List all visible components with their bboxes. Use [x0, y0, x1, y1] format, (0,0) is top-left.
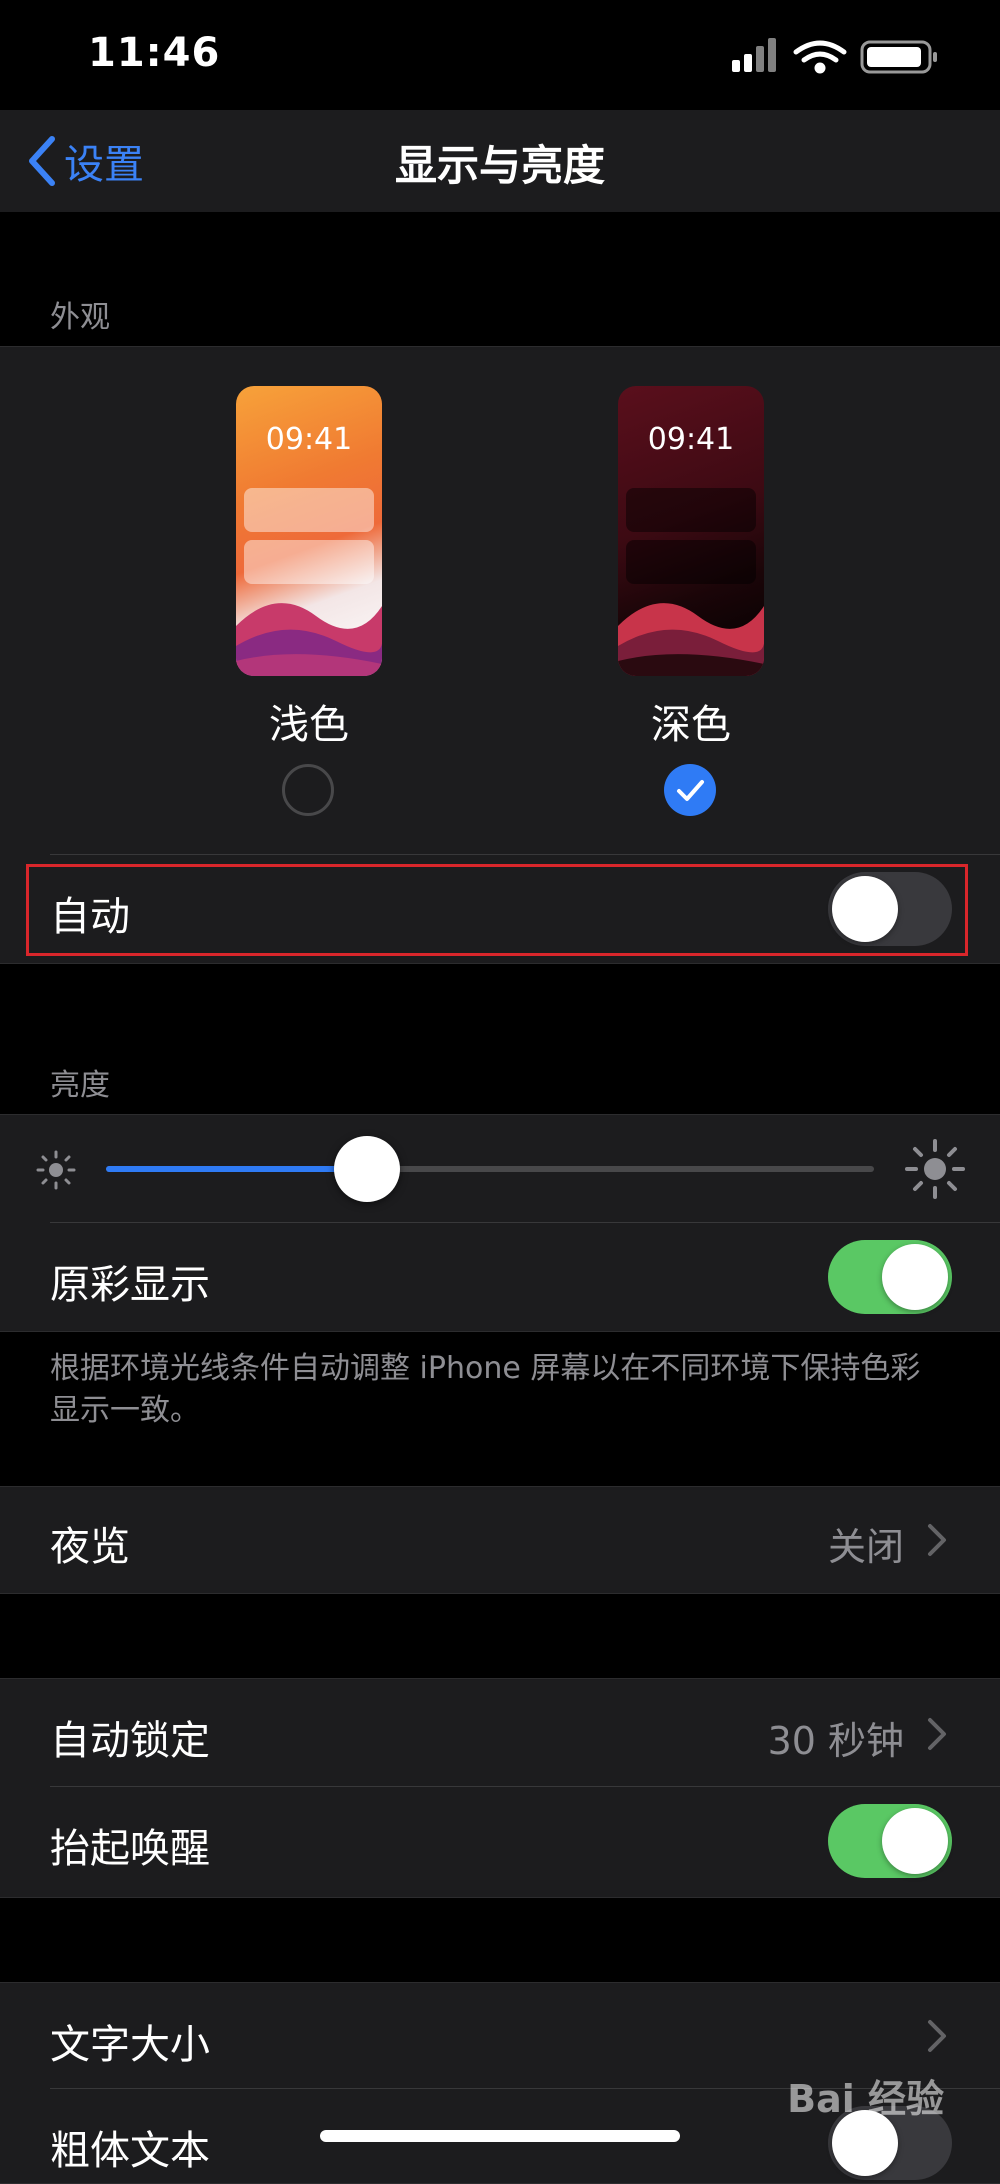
thumb-time: 09:41	[265, 422, 353, 457]
true-tone-toggle[interactable]	[828, 1240, 952, 1314]
chevron-right-icon	[928, 1718, 946, 1750]
night-shift-value: 关闭	[827, 1525, 904, 1569]
thumb-time: 09:41	[647, 422, 735, 457]
checkmark-icon	[677, 780, 704, 801]
dark-mode-radio[interactable]	[664, 764, 716, 816]
thumb-card	[244, 540, 374, 584]
toggle-knob	[882, 1808, 948, 1874]
brightness-header: 亮度	[50, 1068, 110, 1103]
divider	[50, 1786, 1000, 1787]
page-title: 显示与亮度	[394, 141, 605, 190]
sun-large-icon	[905, 1139, 965, 1199]
chevron-right-icon	[928, 1524, 946, 1556]
brightness-slider-fill	[106, 1166, 368, 1172]
light-mode-label: 浅色	[269, 702, 349, 748]
auto-lock-label[interactable]: 自动锁定	[50, 1708, 210, 1766]
dark-mode-preview[interactable]: 09:41	[618, 386, 764, 676]
wallpaper-waves	[618, 603, 764, 676]
home-indicator[interactable]	[320, 2130, 680, 2142]
night-shift-label: 夜览	[50, 1524, 130, 1570]
bold-text-label: 粗体文本	[50, 2128, 210, 2174]
light-mode-preview[interactable]: 09:41	[236, 386, 382, 676]
text-size-label[interactable]: 文字大小	[50, 2012, 210, 2070]
cellular-icon	[732, 38, 776, 72]
wallpaper-waves	[236, 603, 382, 676]
dark-mode-label: 深色	[651, 702, 731, 748]
wifi-icon	[793, 40, 847, 74]
divider	[50, 1222, 1000, 1223]
highlight-annotation	[26, 864, 968, 956]
status-time: 11:46	[88, 30, 221, 76]
thumb-card	[626, 540, 756, 584]
auto-lock-value: 30 秒钟	[767, 1719, 904, 1763]
true-tone-footnote: 根据环境光线条件自动调整 iPhone 屏幕以在不同环境下保持色彩显示一致。	[50, 1351, 921, 1428]
appearance-header: 外观	[50, 300, 110, 335]
divider	[50, 854, 1000, 855]
raise-to-wake-label: 抬起唤醒	[50, 1826, 210, 1872]
sun-small-icon	[36, 1150, 76, 1190]
true-tone-label: 原彩显示	[50, 1262, 210, 1308]
status-icons	[732, 32, 952, 82]
light-mode-radio[interactable]	[282, 764, 334, 816]
thumb-card	[244, 488, 374, 532]
toggle-knob	[882, 1244, 948, 1310]
thumb-card	[626, 488, 756, 532]
raise-to-wake-toggle[interactable]	[828, 1804, 952, 1878]
baidu-watermark: Bai 经验	[787, 2077, 944, 2121]
battery-icon	[860, 40, 937, 74]
chevron-right-icon	[928, 2020, 946, 2052]
brightness-slider-thumb[interactable]	[334, 1136, 401, 1202]
